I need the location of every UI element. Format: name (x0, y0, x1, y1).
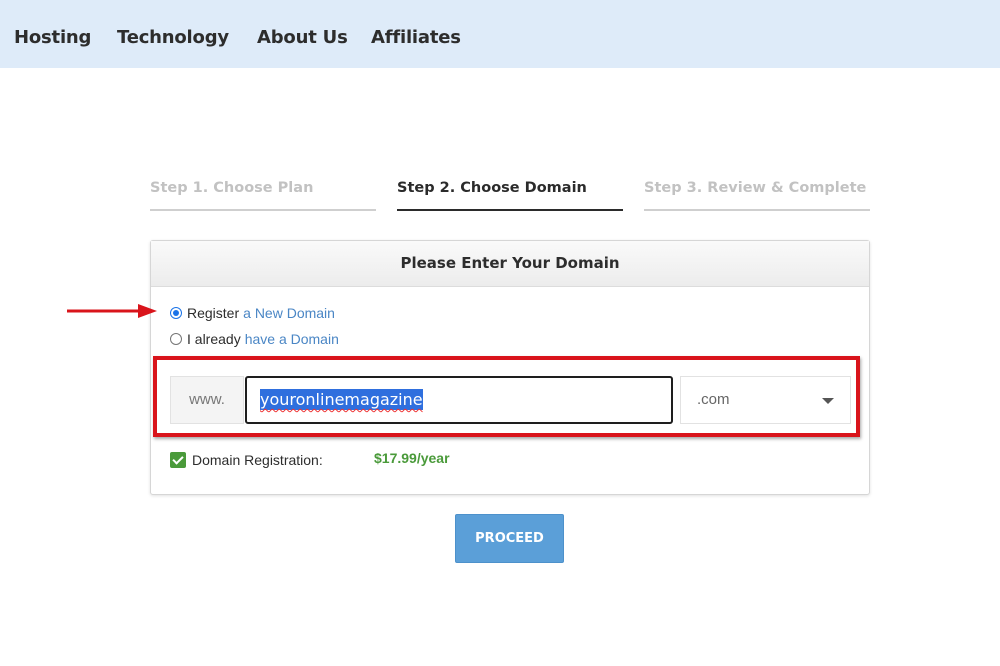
panel-title: Please Enter Your Domain (151, 241, 869, 287)
option-link[interactable]: have a Domain (245, 331, 339, 347)
red-arrow-icon (67, 304, 157, 318)
proceed-button[interactable]: PROCEED (455, 514, 564, 563)
domain-input-group: www. youronlinemagazine .com (170, 376, 851, 424)
nav-item-affiliates[interactable]: Affiliates (371, 27, 461, 48)
radio-button-checked[interactable] (170, 307, 182, 319)
step-underline (644, 209, 870, 211)
checkout-steps: Step 1. Choose Plan Step 2. Choose Domai… (150, 180, 870, 212)
www-prefix: www. (170, 376, 244, 424)
register-new-domain-option[interactable]: Register a New Domain (170, 304, 335, 322)
step-label: Step 1. Choose Plan (150, 180, 314, 196)
step-label: Step 2. Choose Domain (397, 180, 587, 196)
tld-value: .com (697, 391, 730, 408)
domain-panel: Please Enter Your Domain Register a New … (150, 240, 870, 495)
step-label: Step 3. Review & Complete (644, 180, 867, 196)
nav-item-about-us[interactable]: About Us (257, 27, 348, 48)
top-navigation: Hosting Technology About Us Affiliates (0, 0, 1000, 68)
step-underline (397, 209, 623, 211)
nav-item-technology[interactable]: Technology (117, 27, 229, 48)
registration-label: Domain Registration: (192, 452, 323, 468)
step-choose-plan[interactable]: Step 1. Choose Plan (150, 180, 376, 211)
radio-button[interactable] (170, 333, 182, 345)
chevron-down-icon (822, 398, 834, 404)
step-review-complete[interactable]: Step 3. Review & Complete (644, 180, 870, 211)
tld-dropdown[interactable]: .com (680, 376, 851, 424)
option-label: Register (187, 305, 240, 321)
checkbox-checked-icon[interactable] (170, 452, 186, 468)
step-choose-domain[interactable]: Step 2. Choose Domain (397, 180, 623, 211)
existing-domain-option[interactable]: I already have a Domain (170, 330, 339, 348)
option-link[interactable]: a New Domain (243, 305, 335, 321)
nav-item-hosting[interactable]: Hosting (14, 27, 91, 48)
domain-registration-row: Domain Registration: $17.99/year (170, 450, 770, 471)
option-label: I already (187, 331, 241, 347)
step-underline (150, 209, 376, 211)
domain-name-input[interactable]: youronlinemagazine (245, 376, 673, 424)
registration-price: $17.99/year (374, 450, 450, 466)
domain-name-text: youronlinemagazine (260, 389, 423, 410)
